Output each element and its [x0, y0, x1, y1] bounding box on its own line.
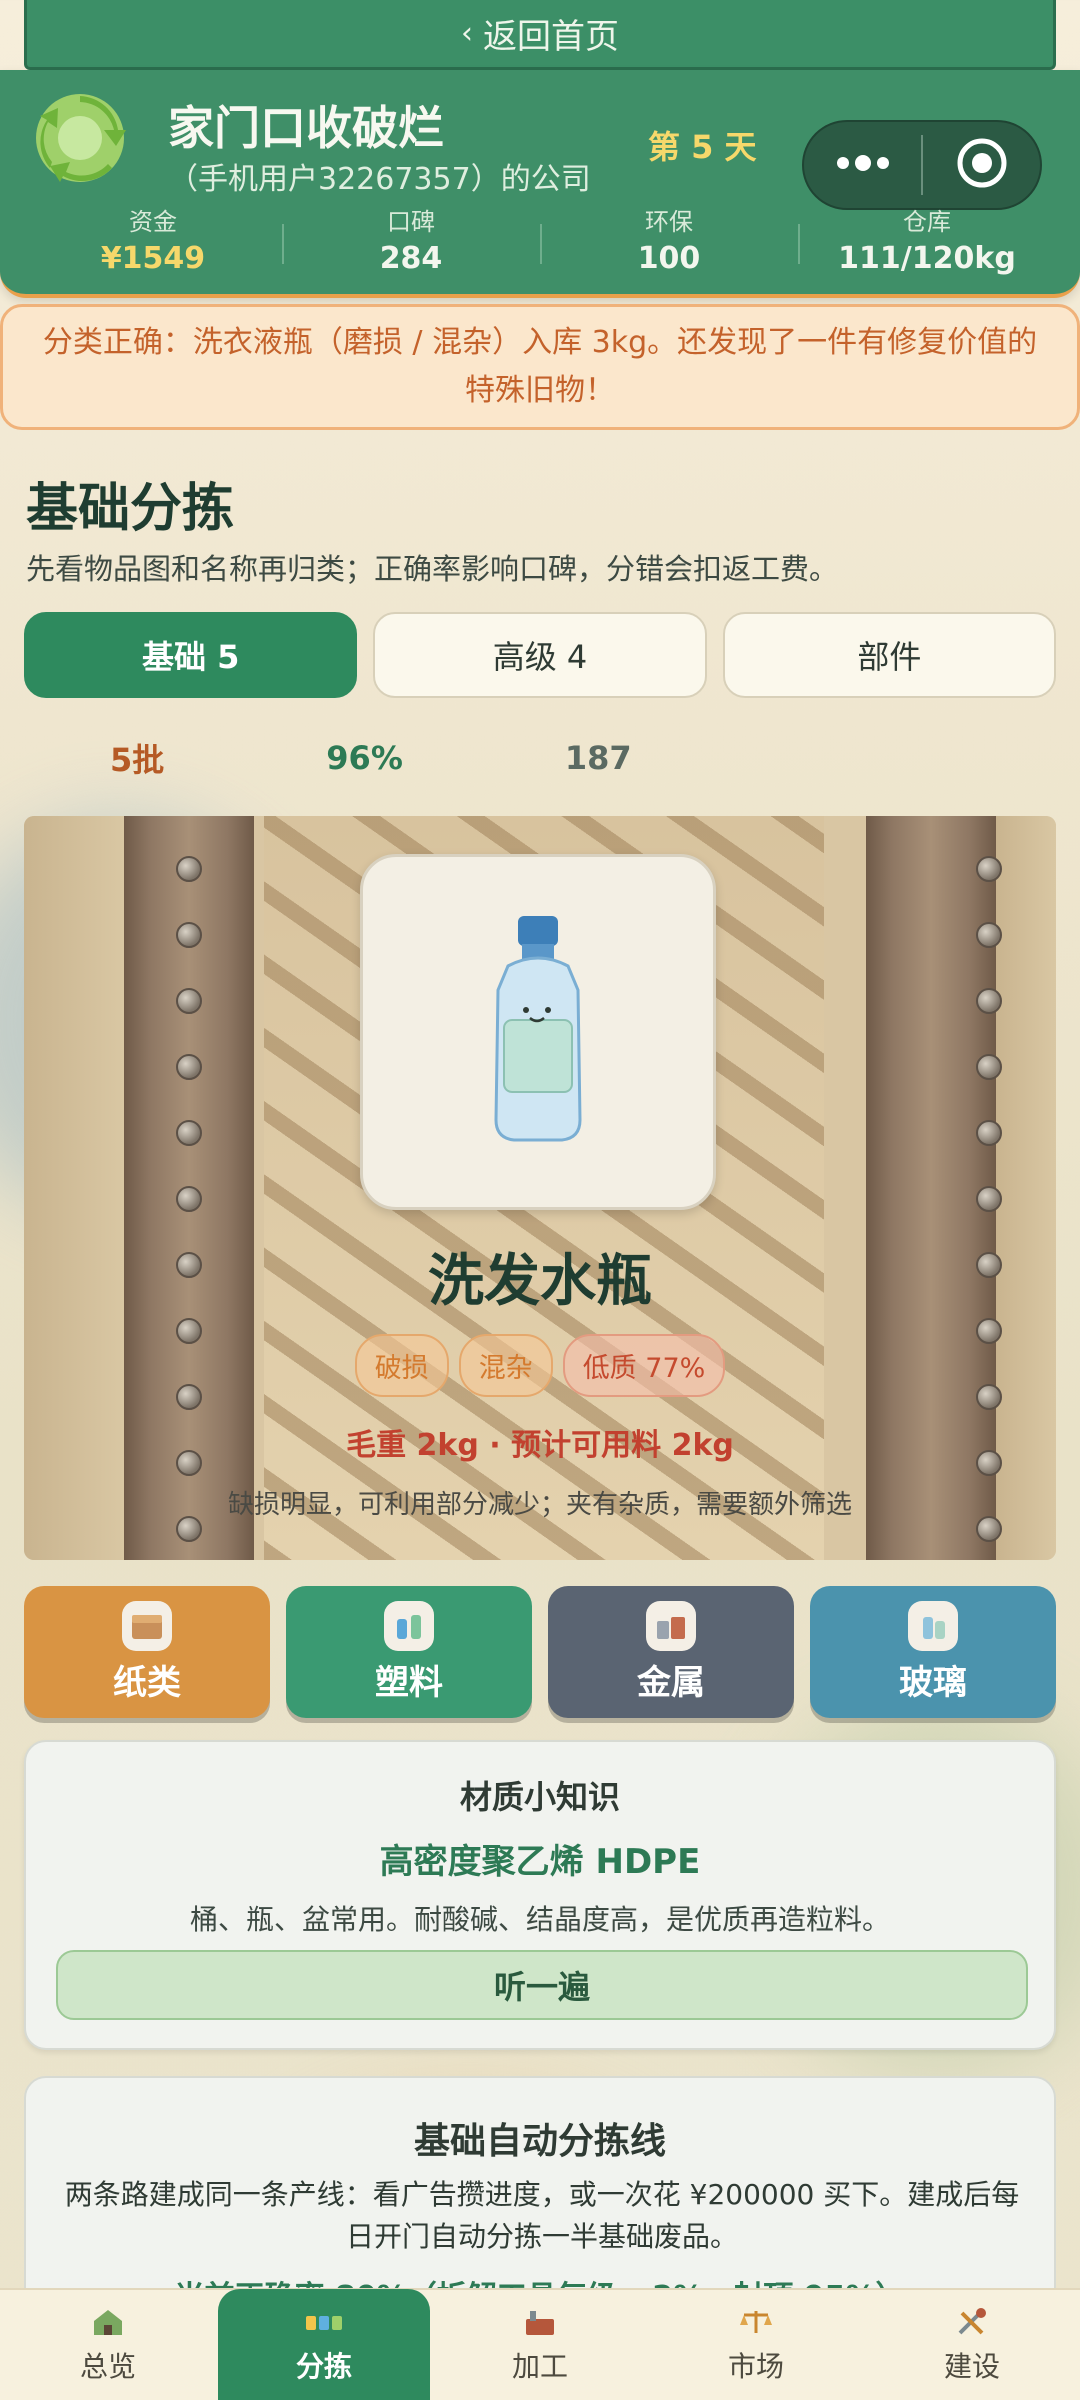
mini-program-capsule — [802, 120, 1042, 210]
day-counter: 第 5 天 — [648, 128, 757, 166]
overview-icon — [88, 2305, 128, 2339]
stat-label: 环保 — [645, 208, 693, 236]
nav-label: 建设 — [943, 2350, 1000, 2383]
stat-value: ¥1549 — [100, 241, 206, 276]
nav-market[interactable]: 市场 — [650, 2292, 862, 2398]
company-owner: （手机用户32267357）的公司 — [168, 162, 591, 197]
sorting-icon — [304, 2305, 344, 2339]
nav-label: 市场 — [727, 2350, 784, 2383]
build-icon — [952, 2305, 992, 2339]
processing-icon — [520, 2305, 560, 2339]
stat-warehouse: 仓库 111/120kg — [798, 202, 1056, 276]
company-name: 家门口收破烂 — [168, 101, 444, 155]
item-name: 洗发水瓶 — [428, 1249, 652, 1314]
company-header: 家门口收破烂 （手机用户32267357）的公司 第 5 天 资金 ¥1549 … — [0, 70, 1080, 298]
category-label: 纸类 — [113, 1662, 181, 1703]
stat-value: 284 — [379, 241, 443, 276]
bottom-navigation: 总览 分拣 加工 市场 建设 — [0, 2288, 1080, 2400]
item-image-card — [360, 854, 716, 1210]
rivet — [176, 856, 202, 882]
sorting-metrics: 5批 96% 187 — [40, 735, 724, 781]
nav-overview[interactable]: 总览 — [2, 2292, 214, 2398]
sort-result-notice: 分类正确：洗衣液瓶（磨损 / 混杂）入库 3kg。还发现了一件有修复价值的特殊旧… — [0, 304, 1080, 430]
glass-icon — [908, 1600, 958, 1651]
rivet — [976, 856, 1002, 882]
metal-icon — [646, 1600, 696, 1651]
back-home-button[interactable]: ‹ 返回首页 — [24, 0, 1056, 70]
nav-label: 总览 — [79, 2350, 136, 2383]
category-label: 玻璃 — [899, 1662, 967, 1703]
category-glass-button[interactable]: 玻璃 — [810, 1586, 1056, 1718]
plastic-icon — [384, 1600, 434, 1651]
item-condition: 缺损明显，可利用部分减少；夹有杂质，需要额外筛选 — [227, 1490, 852, 1520]
nav-processing[interactable]: 加工 — [434, 2292, 646, 2398]
rivet — [976, 1054, 1002, 1080]
rivet — [976, 1186, 1002, 1212]
badge-quality: 低质 77% — [562, 1334, 726, 1397]
tab-basic[interactable]: 基础 5 — [24, 612, 358, 698]
rivet — [176, 988, 202, 1014]
stat-value: 100 — [637, 241, 701, 276]
conveyor-belt: 洗发水瓶 破损 混杂 低质 77% 毛重 2kg · 预计可用料 2kg 缺损明… — [24, 816, 1056, 1560]
rivet — [976, 1120, 1002, 1146]
category-buttons: 纸类 塑料 金属 玻璃 — [24, 1586, 1056, 1718]
batch-count: 5批 — [110, 741, 165, 779]
tab-parts[interactable]: 部件 — [722, 612, 1056, 698]
rivet — [176, 1054, 202, 1080]
market-icon — [736, 2305, 776, 2339]
stat-reputation: 口碑 284 — [282, 202, 540, 276]
stat-label: 仓库 — [903, 208, 951, 236]
category-label: 塑料 — [375, 1662, 443, 1703]
item-weight: 毛重 2kg · 预计可用料 2kg — [346, 1428, 734, 1463]
rivet — [176, 1186, 202, 1212]
paper-box-icon — [122, 1600, 172, 1651]
tab-advanced[interactable]: 高级 4 — [373, 612, 707, 698]
rivet — [176, 922, 202, 948]
bottle-icon — [468, 910, 608, 1154]
close-mini-program-button[interactable] — [923, 122, 1040, 208]
target-close-icon — [955, 136, 1009, 194]
page-description: 先看物品图和名称再归类；正确率影响口碑，分错会扣返工费。 — [26, 552, 839, 586]
back-home-label: 返回首页 — [483, 17, 619, 57]
material-knowledge-card: 材质小知识 高密度聚乙烯 HDPE 桶、瓶、盆常用。耐酸碱、结晶度高，是优质再造… — [24, 1740, 1056, 2050]
badge-damaged: 破损 — [354, 1334, 449, 1397]
accuracy-rate: 96% — [326, 739, 403, 777]
stat-value: 111/120kg — [838, 241, 1016, 276]
nav-sorting[interactable]: 分拣 — [218, 2289, 430, 2400]
more-dots-icon — [835, 155, 891, 175]
rivet — [176, 1120, 202, 1146]
nav-label: 加工 — [511, 2350, 568, 2383]
category-plastic-button[interactable]: 塑料 — [286, 1586, 532, 1718]
stat-label: 资金 — [129, 208, 177, 236]
stats-row: 资金 ¥1549 口碑 284 环保 100 仓库 111/120kg — [24, 202, 1056, 276]
sorting-tabs: 基础 5 高级 4 部件 — [24, 612, 1056, 698]
stat-funds: 资金 ¥1549 — [24, 202, 282, 276]
stat-environment: 环保 100 — [540, 202, 798, 276]
stat-label: 口碑 — [387, 208, 435, 236]
rivet — [976, 988, 1002, 1014]
recycle-logo-icon — [30, 88, 130, 188]
category-metal-button[interactable]: 金属 — [548, 1586, 794, 1718]
listen-button[interactable]: 听一遍 — [56, 1950, 1028, 2020]
rivet — [976, 922, 1002, 948]
more-menu-button[interactable] — [804, 122, 921, 208]
category-paper-button[interactable]: 纸类 — [24, 1586, 270, 1718]
total-sorted: 187 — [564, 739, 632, 777]
nav-label: 分拣 — [295, 2350, 352, 2383]
knowledge-title: 材质小知识 — [459, 1778, 620, 1816]
nav-build[interactable]: 建设 — [866, 2292, 1078, 2398]
material-name: 高密度聚乙烯 HDPE — [379, 1842, 701, 1882]
badge-mixed: 混杂 — [458, 1334, 553, 1397]
auto-line-title: 基础自动分拣线 — [413, 2121, 666, 2162]
category-label: 金属 — [637, 1662, 705, 1703]
chevron-left-icon: ‹ — [461, 16, 473, 51]
page-title: 基础分拣 — [26, 479, 235, 539]
material-description: 桶、瓶、盆常用。耐酸碱、结晶度高，是优质再造粒料。 — [189, 1903, 890, 1936]
auto-line-description: 两条路建成同一条产线：看广告攒进度，或一次花 ¥200000 买下。建成后每日开… — [64, 2178, 1020, 2253]
item-badges: 破损 混杂 低质 77% — [24, 1334, 1056, 1397]
